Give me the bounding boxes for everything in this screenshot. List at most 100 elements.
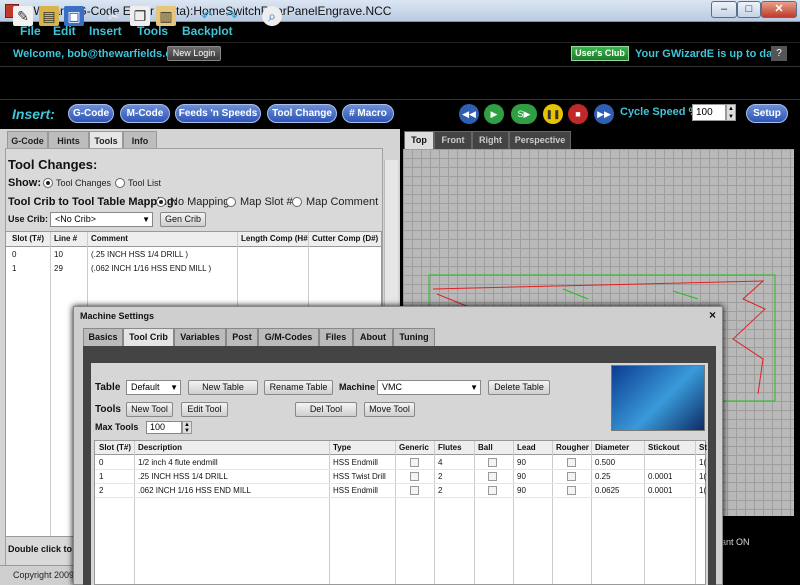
row1-slot[interactable]: 1 [12,264,16,273]
crib-row0-flutes[interactable]: 4 [438,458,442,467]
copy-icon[interactable]: ❐ [130,6,150,26]
edit-tool-button[interactable]: Edit Tool [181,402,228,417]
crib-row1-ball-checkbox[interactable] [488,472,497,481]
crib-row2-flutes[interactable]: 2 [438,486,442,495]
menu-tools[interactable]: Tools [137,24,168,38]
crib-row2-desc[interactable]: .062 INCH 1/16 HSS END MILL [138,486,251,495]
col-line[interactable]: Line # [54,234,77,243]
tab-variables[interactable]: Variables [174,328,226,346]
crib-row0-diameter[interactable]: 0.500 [595,458,615,467]
machine-select[interactable]: VMC ▼ [377,380,481,395]
crib-row1-stickout[interactable]: 0.0001 [648,472,672,481]
setup-button[interactable]: Setup [746,104,788,123]
crib-row0-desc[interactable]: 1/2 inch 4 flute endmill [138,458,218,467]
crib-row2-slot[interactable]: 2 [99,486,103,495]
tool-change-button[interactable]: Tool Change [267,104,337,123]
menu-file[interactable]: File [20,24,41,38]
crib-row2-st[interactable]: 1( [699,486,706,495]
row0-line[interactable]: 10 [54,250,63,259]
crib-row0-st[interactable]: 1( [699,458,706,467]
view-tab-top[interactable]: Top [404,131,434,149]
new-table-button[interactable]: New Table [188,380,258,395]
new-login-button[interactable]: New Login [167,46,221,61]
view-tab-front[interactable]: Front [434,131,472,149]
view-tab-right[interactable]: Right [472,131,509,149]
col-st[interactable]: St [699,443,707,452]
close-window-button[interactable]: ✕ [761,1,797,18]
play-icon[interactable]: ▶ [484,104,504,124]
col-slot[interactable]: Slot (T#) [99,443,131,452]
max-tools-input[interactable]: 100 [146,421,182,434]
step-icon[interactable]: S▶ [511,104,537,124]
col-length-comp[interactable]: Length Comp (H# [241,234,308,243]
rename-table-button[interactable]: Rename Table [264,380,333,395]
tab-tuning[interactable]: Tuning [393,328,435,346]
help-button[interactable]: ? [771,46,787,61]
forward-icon[interactable]: ▶▶ [594,104,614,124]
new-tool-button[interactable]: New Tool [126,402,173,417]
delete-table-button[interactable]: Delete Table [488,380,550,395]
col-comment[interactable]: Comment [91,234,128,243]
crib-row2-ball-checkbox[interactable] [488,486,497,495]
crib-row0-slot[interactable]: 0 [99,458,103,467]
crib-row2-stickout[interactable]: 0.0001 [648,486,672,495]
pause-icon[interactable]: ❚❚ [543,104,563,124]
paste-icon[interactable]: ▥ [156,6,176,26]
menu-edit[interactable]: Edit [53,24,76,38]
crib-row0-generic-checkbox[interactable] [410,458,419,467]
stop-icon[interactable]: ■ [568,104,588,124]
open-file-icon[interactable]: ▤ [39,6,59,26]
search-icon[interactable]: ⌕ [262,6,282,26]
undo-icon[interactable]: ↶ [197,6,217,26]
maximize-button[interactable]: □ [737,1,761,18]
col-generic[interactable]: Generic [399,443,429,452]
max-tools-spinner[interactable]: ▲ ▼ [182,421,192,434]
table-select[interactable]: Default ▼ [126,380,181,395]
show-tool-list-radio[interactable] [115,178,125,188]
menu-backplot[interactable]: Backplot [182,24,233,38]
move-tool-button[interactable]: Move Tool [364,402,415,417]
col-rougher[interactable]: Rougher [556,443,589,452]
crib-row2-lead[interactable]: 90 [517,486,526,495]
col-ball[interactable]: Ball [478,443,493,452]
col-diameter[interactable]: Diameter [595,443,629,452]
crib-row1-st[interactable]: 1( [699,472,706,481]
cycle-speed-input[interactable]: 100 [692,104,726,121]
col-lead[interactable]: Lead [517,443,536,452]
col-type[interactable]: Type [333,443,351,452]
col-cutter-comp[interactable]: Cutter Comp (D#) [312,234,378,243]
crib-row2-generic-checkbox[interactable] [410,486,419,495]
crib-row0-lead[interactable]: 90 [517,458,526,467]
gen-crib-button[interactable]: Gen Crib [160,212,206,227]
dialog-close-icon[interactable]: × [709,308,716,322]
map-comment-radio[interactable] [292,197,302,207]
feeds-speeds-button[interactable]: Feeds 'n Speeds [175,104,261,123]
menu-insert[interactable]: Insert [89,24,122,38]
crib-row2-rougher-checkbox[interactable] [567,486,576,495]
macro-button[interactable]: # Macro [342,104,394,123]
insert-mcode-button[interactable]: M-Code [120,104,170,123]
crib-row0-type[interactable]: HSS Endmill [333,458,378,467]
col-stickout[interactable]: Stickout [648,443,680,452]
new-file-icon[interactable]: ✎ [13,6,33,26]
crib-row2-type[interactable]: HSS Endmill [333,486,378,495]
crib-row1-rougher-checkbox[interactable] [567,472,576,481]
row0-slot[interactable]: 0 [12,250,16,259]
insert-gcode-button[interactable]: G-Code [68,104,114,123]
crib-row1-type[interactable]: HSS Twist Drill [333,472,386,481]
tab-post[interactable]: Post [226,328,258,346]
cut-icon[interactable]: ✂ [104,6,124,26]
crib-row1-desc[interactable]: .25 INCH HSS 1/4 DRILL [138,472,228,481]
row1-comment[interactable]: (.062 INCH 1/16 HSS END MILL ) [91,264,211,273]
tab-gm-codes[interactable]: G/M-Codes [258,328,319,346]
crib-row1-slot[interactable]: 1 [99,472,103,481]
col-slot[interactable]: Slot (T#) [12,234,44,243]
view-tab-perspective[interactable]: Perspective [509,131,571,149]
tab-files[interactable]: Files [319,328,353,346]
tab-about[interactable]: About [353,328,393,346]
crib-row1-flutes[interactable]: 2 [438,472,442,481]
crib-row1-generic-checkbox[interactable] [410,472,419,481]
crib-row0-rougher-checkbox[interactable] [567,458,576,467]
crib-row2-diameter[interactable]: 0.0625 [595,486,619,495]
minimize-button[interactable]: – [711,1,737,18]
